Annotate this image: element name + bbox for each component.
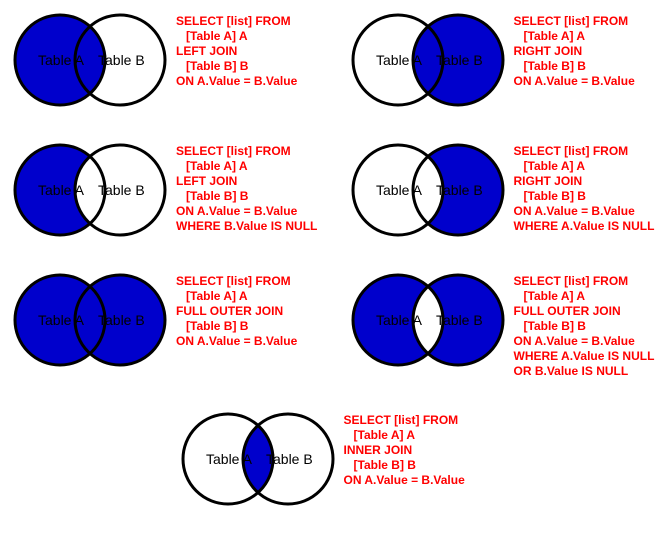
diagram-row: Table A Table B SELECT [list] FROM [Table …	[10, 140, 655, 240]
venn-diagram: Table A Table B	[348, 140, 508, 240]
venn-label-b: Table B	[266, 451, 313, 467]
venn-label-b: Table B	[98, 52, 145, 68]
venn-full-outer-excl-join: Table A Table B	[348, 270, 508, 370]
venn-left-excl-join: Table A Table B	[10, 140, 170, 240]
venn-right-join: Table A Table B	[348, 10, 508, 110]
venn-label-b: Table B	[436, 52, 483, 68]
venn-label-a: Table A	[38, 52, 85, 68]
join-cell-left-join: Table A Table B SELECT [list] FROM [Table …	[10, 10, 318, 110]
sql-left-join: SELECT [list] FROM [Table A] A LEFT JOIN…	[176, 10, 297, 89]
venn-inner-join: Table A Table B	[178, 409, 338, 509]
join-cell-right-join: Table A Table B SELECT [list] FROM [Table …	[348, 10, 656, 110]
sql-right-join: SELECT [list] FROM [Table A] A RIGHT JOI…	[514, 10, 635, 89]
venn-label-b: Table B	[436, 312, 483, 328]
sql-full-outer-join: SELECT [list] FROM [Table A] A FULL OUTE…	[176, 270, 297, 349]
venn-label-a: Table A	[376, 182, 423, 198]
join-cell-left-excl-join: Table A Table B SELECT [list] FROM [Table …	[10, 140, 318, 240]
venn-diagram: Table A Table B	[178, 409, 338, 509]
venn-label-a: Table A	[38, 312, 85, 328]
venn-label-a: Table A	[376, 52, 423, 68]
venn-label-a: Table A	[206, 451, 253, 467]
join-cell-right-excl-join: Table A Table B SELECT [list] FROM [Table …	[348, 140, 656, 240]
venn-label-b: Table B	[98, 312, 145, 328]
sql-right-excl-join: SELECT [list] FROM [Table A] A RIGHT JOI…	[514, 140, 655, 234]
venn-label-b: Table B	[98, 182, 145, 198]
join-diagram-grid: Table A Table B SELECT [list] FROM [Table …	[10, 10, 655, 509]
venn-label-a: Table A	[376, 312, 423, 328]
venn-full-outer-join: Table A Table B	[10, 270, 170, 370]
venn-diagram: Table A Table B	[348, 10, 508, 110]
diagram-row: Table A Table B SELECT [list] FROM [Table …	[10, 409, 655, 509]
venn-diagram: Table A Table B	[10, 10, 170, 110]
venn-diagram: Table A Table B	[10, 270, 170, 370]
join-cell-inner-join: Table A Table B SELECT [list] FROM [Table …	[178, 409, 488, 509]
venn-label-a: Table A	[38, 182, 85, 198]
diagram-row: Table A Table B SELECT [list] FROM [Table …	[10, 270, 655, 379]
sql-inner-join: SELECT [list] FROM [Table A] A INNER JOI…	[344, 409, 465, 488]
join-cell-full-outer-join: Table A Table B SELECT [list] FROM [Table …	[10, 270, 318, 379]
join-cell-full-outer-excl-join: Table A Table B SELECT [list] FROM [Table …	[348, 270, 656, 379]
venn-left-join: Table A Table B	[10, 10, 170, 110]
venn-right-excl-join: Table A Table B	[348, 140, 508, 240]
sql-left-excl-join: SELECT [list] FROM [Table A] A LEFT JOIN…	[176, 140, 317, 234]
venn-label-b: Table B	[436, 182, 483, 198]
diagram-row: Table A Table B SELECT [list] FROM [Table …	[10, 10, 655, 110]
venn-diagram: Table A Table B	[10, 140, 170, 240]
venn-diagram: Table A Table B	[348, 270, 508, 370]
sql-full-outer-excl-join: SELECT [list] FROM [Table A] A FULL OUTE…	[514, 270, 655, 379]
